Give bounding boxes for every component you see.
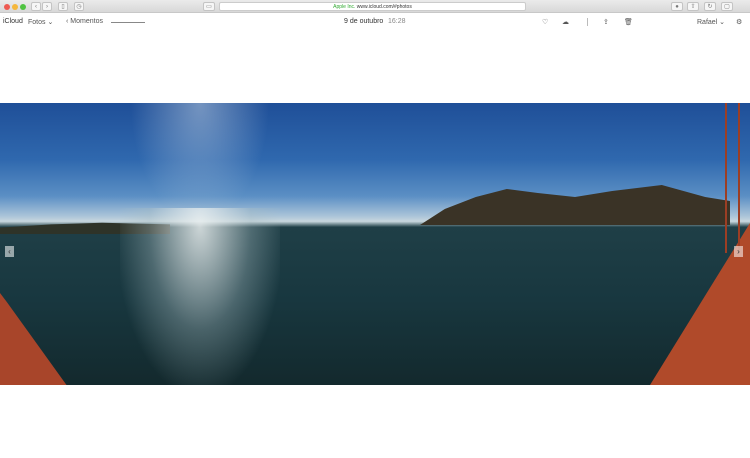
zoom-slider[interactable] bbox=[111, 22, 145, 23]
bridge-cable bbox=[725, 103, 727, 253]
reload-icon[interactable]: ↻ bbox=[704, 2, 716, 11]
forward-button[interactable]: › bbox=[42, 2, 52, 11]
panorama-photo: ‹ › bbox=[0, 103, 750, 385]
back-to-moments-button[interactable]: ‹ Momentos bbox=[66, 18, 103, 25]
app-toolbar: iCloud Fotos ⌄ ‹ Momentos 9 de outubro 1… bbox=[0, 14, 750, 31]
extension-icon[interactable]: ● bbox=[671, 2, 683, 11]
minimize-window-button[interactable] bbox=[12, 4, 18, 10]
user-name: Rafael bbox=[697, 19, 718, 26]
browser-chrome: ‹ › ▯ ◷ ▭ Apple Inc. www.icloud.com/#pho… bbox=[0, 0, 750, 13]
url-company: Apple Inc. bbox=[333, 4, 356, 10]
bridge-left bbox=[0, 293, 67, 385]
sun-glare bbox=[120, 208, 280, 385]
share-browser-icon[interactable]: ⇧ bbox=[687, 2, 699, 11]
zoom-window-button[interactable] bbox=[20, 4, 26, 10]
section-title: Fotos bbox=[28, 19, 46, 26]
user-menu[interactable]: Rafael ⌄ bbox=[697, 18, 725, 26]
trash-icon[interactable]: 🗑 bbox=[624, 18, 633, 26]
reader-icon[interactable]: ▭ bbox=[203, 2, 215, 11]
photo-time: 16:28 bbox=[388, 18, 406, 25]
brand-logo: iCloud bbox=[3, 18, 23, 25]
help-icon[interactable]: ⚙ bbox=[736, 18, 742, 26]
history-icon[interactable]: ◷ bbox=[74, 2, 84, 11]
back-button[interactable]: ‹ bbox=[31, 2, 41, 11]
close-window-button[interactable] bbox=[4, 4, 10, 10]
heart-icon[interactable]: ♡ bbox=[542, 18, 548, 26]
headlands bbox=[420, 185, 730, 225]
divider bbox=[587, 18, 588, 26]
chevron-left-icon[interactable]: ‹ bbox=[5, 246, 14, 257]
cloud-download-icon[interactable]: ☁ bbox=[562, 18, 569, 26]
tabs-icon[interactable]: ▢ bbox=[721, 2, 733, 11]
app-switcher[interactable]: Fotos ⌄ bbox=[28, 18, 53, 26]
bridge-cable bbox=[738, 103, 740, 253]
chevron-right-icon[interactable]: › bbox=[734, 246, 743, 257]
back-label: Momentos bbox=[70, 18, 103, 25]
address-bar[interactable]: Apple Inc. www.icloud.com/#photos bbox=[219, 2, 526, 11]
sidebar-button[interactable]: ▯ bbox=[58, 2, 68, 11]
photo-date: 9 de outubro bbox=[344, 18, 384, 25]
share-icon[interactable]: ⇪ bbox=[603, 18, 609, 26]
url-text: www.icloud.com/#photos bbox=[356, 4, 412, 10]
